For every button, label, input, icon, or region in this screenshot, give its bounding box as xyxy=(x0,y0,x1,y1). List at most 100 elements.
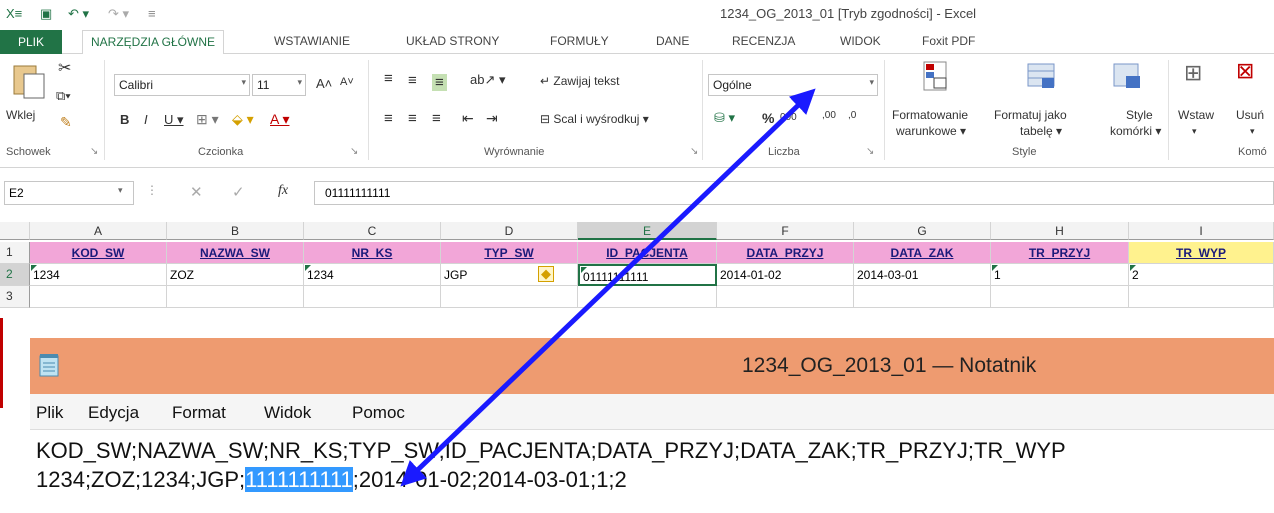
header-cell-id-pacjenta[interactable]: ID_PACJENTA xyxy=(578,242,717,264)
data-cell[interactable]: 1234 xyxy=(30,264,167,286)
row-header[interactable]: 3 xyxy=(0,286,30,308)
cell-styles-label-2[interactable]: komórki ▾ xyxy=(1110,124,1161,138)
header-cell-data-zak[interactable]: DATA_ZAK xyxy=(854,242,991,264)
tab-formulas[interactable]: FORMUŁY xyxy=(550,34,609,48)
delete-cells-label[interactable]: Usuń xyxy=(1236,108,1264,122)
menu-format[interactable]: Format xyxy=(172,403,226,423)
align-right-icon[interactable]: ≡ xyxy=(432,110,441,127)
borders-icon[interactable]: ⊞ ▾ xyxy=(196,111,219,128)
insert-dropdown-icon[interactable]: ▾ xyxy=(1192,126,1197,137)
header-cell-tr-przyj[interactable]: TR_PRZYJ xyxy=(991,242,1129,264)
font-color-icon[interactable]: A ▾ xyxy=(270,111,289,128)
underline-icon[interactable]: U ▾ xyxy=(164,112,184,128)
data-cell[interactable]: 2014-01-02 xyxy=(717,264,854,286)
empty-cell[interactable] xyxy=(991,286,1129,308)
orientation-icon[interactable]: ab↗ ▾ xyxy=(470,72,506,88)
insert-cells-icon[interactable]: ⊞ xyxy=(1184,60,1202,86)
increase-indent-icon[interactable]: ⇥ xyxy=(486,110,498,127)
insert-cells-label[interactable]: Wstaw xyxy=(1178,108,1214,122)
format-as-table-icon[interactable] xyxy=(1024,60,1060,94)
number-launcher-icon[interactable]: ↘ xyxy=(866,146,874,157)
decrease-decimal-button[interactable]: ,0 xyxy=(848,110,856,121)
fill-color-icon[interactable]: ⬙ ▾ xyxy=(232,111,254,128)
tab-foxit-pdf[interactable]: Foxit PDF xyxy=(922,34,975,48)
header-cell-nazwa-sw[interactable]: NAZWA_SW xyxy=(167,242,304,264)
cell-styles-icon[interactable] xyxy=(1110,60,1146,94)
column-header[interactable]: E xyxy=(578,222,717,240)
customize-qat-icon[interactable]: ≡ xyxy=(148,6,156,21)
empty-cell[interactable] xyxy=(441,286,578,308)
undo-icon[interactable]: ↶ ▾ xyxy=(68,6,89,22)
grow-font-icon[interactable]: A˄ xyxy=(316,76,332,91)
delete-dropdown-icon[interactable]: ▾ xyxy=(1250,126,1255,137)
tab-view[interactable]: WIDOK xyxy=(840,34,881,48)
tab-review[interactable]: RECENZJA xyxy=(732,34,795,48)
column-header[interactable]: H xyxy=(991,222,1129,240)
align-top-icon[interactable]: ≡ xyxy=(384,70,393,87)
notepad-text-area[interactable]: KOD_SW;NAZWA_SW;NR_KS;TYP_SW;ID_PACJENTA… xyxy=(36,436,1066,494)
header-cell-data-przyj[interactable]: DATA_PRZYJ xyxy=(717,242,854,264)
shrink-font-icon[interactable]: A˅ xyxy=(340,76,354,88)
merge-center-button[interactable]: ⊟ Scal i wyśrodkuj ▾ xyxy=(540,112,649,126)
data-cell-selected[interactable]: 01111111111 xyxy=(578,264,717,286)
empty-cell[interactable] xyxy=(1129,286,1274,308)
save-icon[interactable]: ▣ xyxy=(40,6,52,22)
warning-icon[interactable]: ◆ xyxy=(538,266,554,282)
insert-function-icon[interactable]: fx xyxy=(278,183,288,199)
tab-data[interactable]: DANE xyxy=(656,34,689,48)
header-cell-nr-ks[interactable]: NR_KS xyxy=(304,242,441,264)
tab-file[interactable]: PLIK xyxy=(0,30,62,54)
selected-text[interactable]: 1111111111 xyxy=(245,467,353,492)
paste-icon[interactable] xyxy=(10,60,50,100)
column-header[interactable]: G xyxy=(854,222,991,240)
name-box-dropdown-icon[interactable]: ▾ xyxy=(118,185,123,196)
column-header[interactable]: F xyxy=(717,222,854,240)
italic-icon[interactable]: I xyxy=(144,112,148,127)
conditional-formatting-label-2[interactable]: warunkowe ▾ xyxy=(896,124,966,138)
column-header[interactable]: D xyxy=(441,222,578,240)
align-left-icon[interactable]: ≡ xyxy=(384,110,393,127)
alignment-launcher-icon[interactable]: ↘ xyxy=(690,146,698,157)
copy-icon[interactable]: ⧉▾ xyxy=(56,88,71,104)
menu-view[interactable]: Widok xyxy=(264,403,311,423)
empty-cell[interactable] xyxy=(717,286,854,308)
header-cell-kod-sw[interactable]: KOD_SW xyxy=(30,242,167,264)
decrease-indent-icon[interactable]: ⇤ xyxy=(462,110,474,127)
redo-icon[interactable]: ↷ ▾ xyxy=(108,6,129,22)
data-cell[interactable]: 1 xyxy=(991,264,1129,286)
cut-icon[interactable]: ✂ xyxy=(58,58,71,78)
data-cell[interactable]: 1234 xyxy=(304,264,441,286)
increase-decimal-button[interactable]: ,00 xyxy=(822,110,836,121)
font-name-select[interactable]: Calibri ▾ xyxy=(114,74,250,96)
header-cell-typ-sw[interactable]: TYP_SW xyxy=(441,242,578,264)
column-header[interactable]: A xyxy=(30,222,167,240)
paste-label[interactable]: Wklej xyxy=(6,108,35,122)
cell-styles-label-1[interactable]: Style xyxy=(1126,108,1153,122)
accounting-format-icon[interactable]: ⛁ ▾ xyxy=(714,110,735,126)
data-cell[interactable]: JGP xyxy=(441,264,578,286)
bold-icon[interactable]: B xyxy=(120,112,129,127)
tab-page-layout[interactable]: UKŁAD STRONY xyxy=(406,34,499,48)
align-middle-icon[interactable]: ≡ xyxy=(408,72,417,89)
data-cell[interactable]: 2 xyxy=(1129,264,1274,286)
tab-insert[interactable]: WSTAWIANIE xyxy=(274,34,350,48)
font-size-select[interactable]: 11 ▾ xyxy=(252,74,306,96)
thousands-separator-button[interactable]: 000 xyxy=(780,112,797,123)
select-all-corner[interactable] xyxy=(0,222,30,240)
number-format-select[interactable]: Ogólne ▾ xyxy=(708,74,878,96)
data-cell[interactable]: ZOZ xyxy=(167,264,304,286)
row-header[interactable]: 2 xyxy=(0,264,30,286)
row-header[interactable]: 1 xyxy=(0,242,30,264)
clipboard-launcher-icon[interactable]: ↘ xyxy=(90,146,98,157)
percent-button[interactable]: % xyxy=(762,110,774,126)
header-cell-tr-wyp[interactable]: TR_WYP xyxy=(1129,242,1274,264)
empty-cell[interactable] xyxy=(578,286,717,308)
enter-icon[interactable]: ✓ xyxy=(232,183,245,201)
column-header[interactable]: I xyxy=(1129,222,1274,240)
conditional-formatting-label-1[interactable]: Formatowanie xyxy=(892,108,968,122)
align-center-icon[interactable]: ≡ xyxy=(408,110,417,127)
format-as-table-label-1[interactable]: Formatuj jako xyxy=(994,108,1067,122)
menu-file[interactable]: Plik xyxy=(36,403,63,423)
data-cell[interactable]: 2014-03-01 xyxy=(854,264,991,286)
conditional-formatting-icon[interactable] xyxy=(920,60,956,94)
